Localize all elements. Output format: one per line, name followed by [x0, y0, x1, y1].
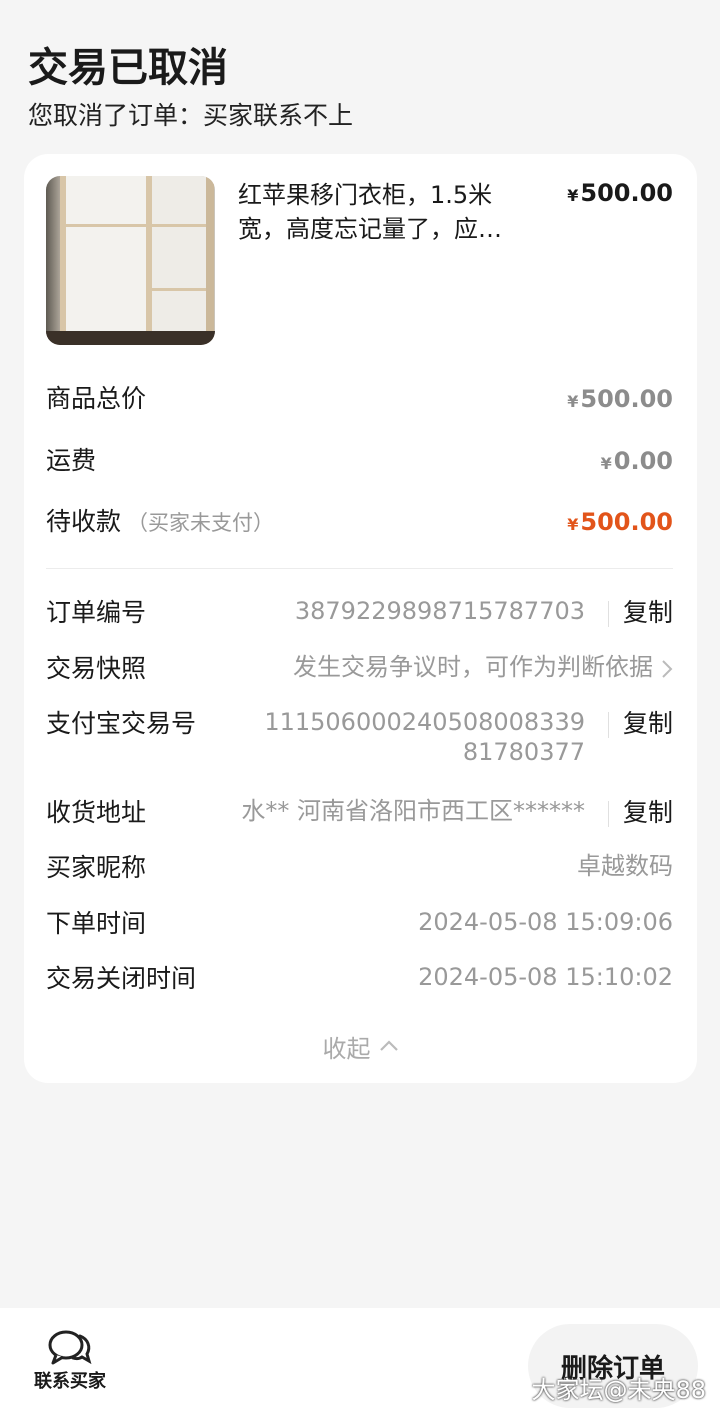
header: 交易已取消 您取消了订单：买家联系不上: [28, 40, 692, 134]
pending-payment-label: 待收款 （买家未支付）: [46, 507, 275, 536]
product-thumbnail[interactable]: [46, 176, 215, 345]
shipping-value: ¥0.00: [600, 447, 673, 475]
chevron-right-icon: [662, 660, 673, 678]
close-time-label: 交易关闭时间: [46, 964, 197, 993]
snapshot-label: 交易快照: [46, 654, 147, 683]
order-time-row: 下单时间 2024-05-08 15:09:06: [46, 907, 673, 941]
buyer-nickname-value: 卓越数码: [577, 852, 673, 880]
order-time-label: 下单时间: [46, 909, 147, 938]
order-number-row: 订单编号 3879229898715787703 复制: [46, 596, 673, 630]
divider: [46, 568, 673, 569]
alipay-trade-value: 111506000240508008339 81780377: [264, 708, 585, 766]
product-price: ¥500.00: [567, 178, 673, 211]
address-row: 收货地址 水** 河南省洛阳市西工区****** 复制: [46, 796, 673, 830]
close-time-value: 2024-05-08 15:10:02: [418, 963, 673, 991]
page-title: 交易已取消: [28, 45, 228, 91]
address-label: 收货地址: [46, 798, 147, 827]
total-price-value: ¥500.00: [567, 385, 673, 413]
order-number-label: 订单编号: [46, 598, 147, 627]
shipping-label: 运费: [46, 446, 97, 475]
pending-payment-note: （买家未支付）: [127, 511, 275, 535]
product-price-value: 500.00: [580, 179, 673, 207]
order-card: 红苹果移门衣柜，1.5米宽，高度忘记量了，应… ¥500.00 商品总价 ¥50…: [24, 154, 697, 1083]
copy-separator: [608, 801, 609, 827]
chevron-up-icon: [379, 1040, 398, 1051]
buyer-nickname-label: 买家昵称: [46, 853, 147, 882]
pending-payment-value: ¥500.00: [567, 508, 673, 536]
snapshot-value: 发生交易争议时，可作为判断依据: [293, 653, 653, 681]
contact-buyer-label: 联系买家: [34, 1371, 106, 1392]
watermark-text: 大家坛@未央88: [531, 1376, 706, 1404]
address-value: 水** 河南省洛阳市西工区******: [241, 797, 585, 825]
alipay-trade-label: 支付宝交易号: [46, 709, 197, 738]
snapshot-row[interactable]: 交易快照 发生交易争议时，可作为判断依据: [46, 652, 673, 686]
cancel-reason: 您取消了订单：买家联系不上: [28, 101, 354, 130]
copy-alipay-trade-button[interactable]: 复制: [623, 707, 673, 741]
alipay-trade-row: 支付宝交易号 111506000240508008339 81780377 复制: [46, 707, 673, 771]
copy-separator: [608, 712, 609, 738]
order-number-value: 3879229898715787703: [294, 597, 585, 625]
collapse-button[interactable]: 收起: [24, 1028, 697, 1064]
contact-buyer-button[interactable]: 联系买家: [28, 1328, 112, 1394]
product-name[interactable]: 红苹果移门衣柜，1.5米宽，高度忘记量了，应…: [238, 178, 538, 246]
shipping-row: 运费 ¥0.00: [46, 444, 673, 478]
copy-separator: [608, 601, 609, 627]
total-price-label: 商品总价: [46, 384, 147, 413]
chat-bubbles-icon: [48, 1330, 92, 1365]
total-price-row: 商品总价 ¥500.00: [46, 382, 673, 416]
copy-order-number-button[interactable]: 复制: [623, 596, 673, 630]
currency-symbol: ¥: [567, 186, 579, 205]
buyer-nickname-row: 买家昵称 卓越数码: [46, 851, 673, 885]
order-time-value: 2024-05-08 15:09:06: [418, 908, 673, 936]
close-time-row: 交易关闭时间 2024-05-08 15:10:02: [46, 962, 673, 996]
pending-payment-row: 待收款 （买家未支付） ¥500.00: [46, 505, 673, 539]
copy-address-button[interactable]: 复制: [623, 796, 673, 830]
collapse-label: 收起: [322, 1034, 371, 1063]
